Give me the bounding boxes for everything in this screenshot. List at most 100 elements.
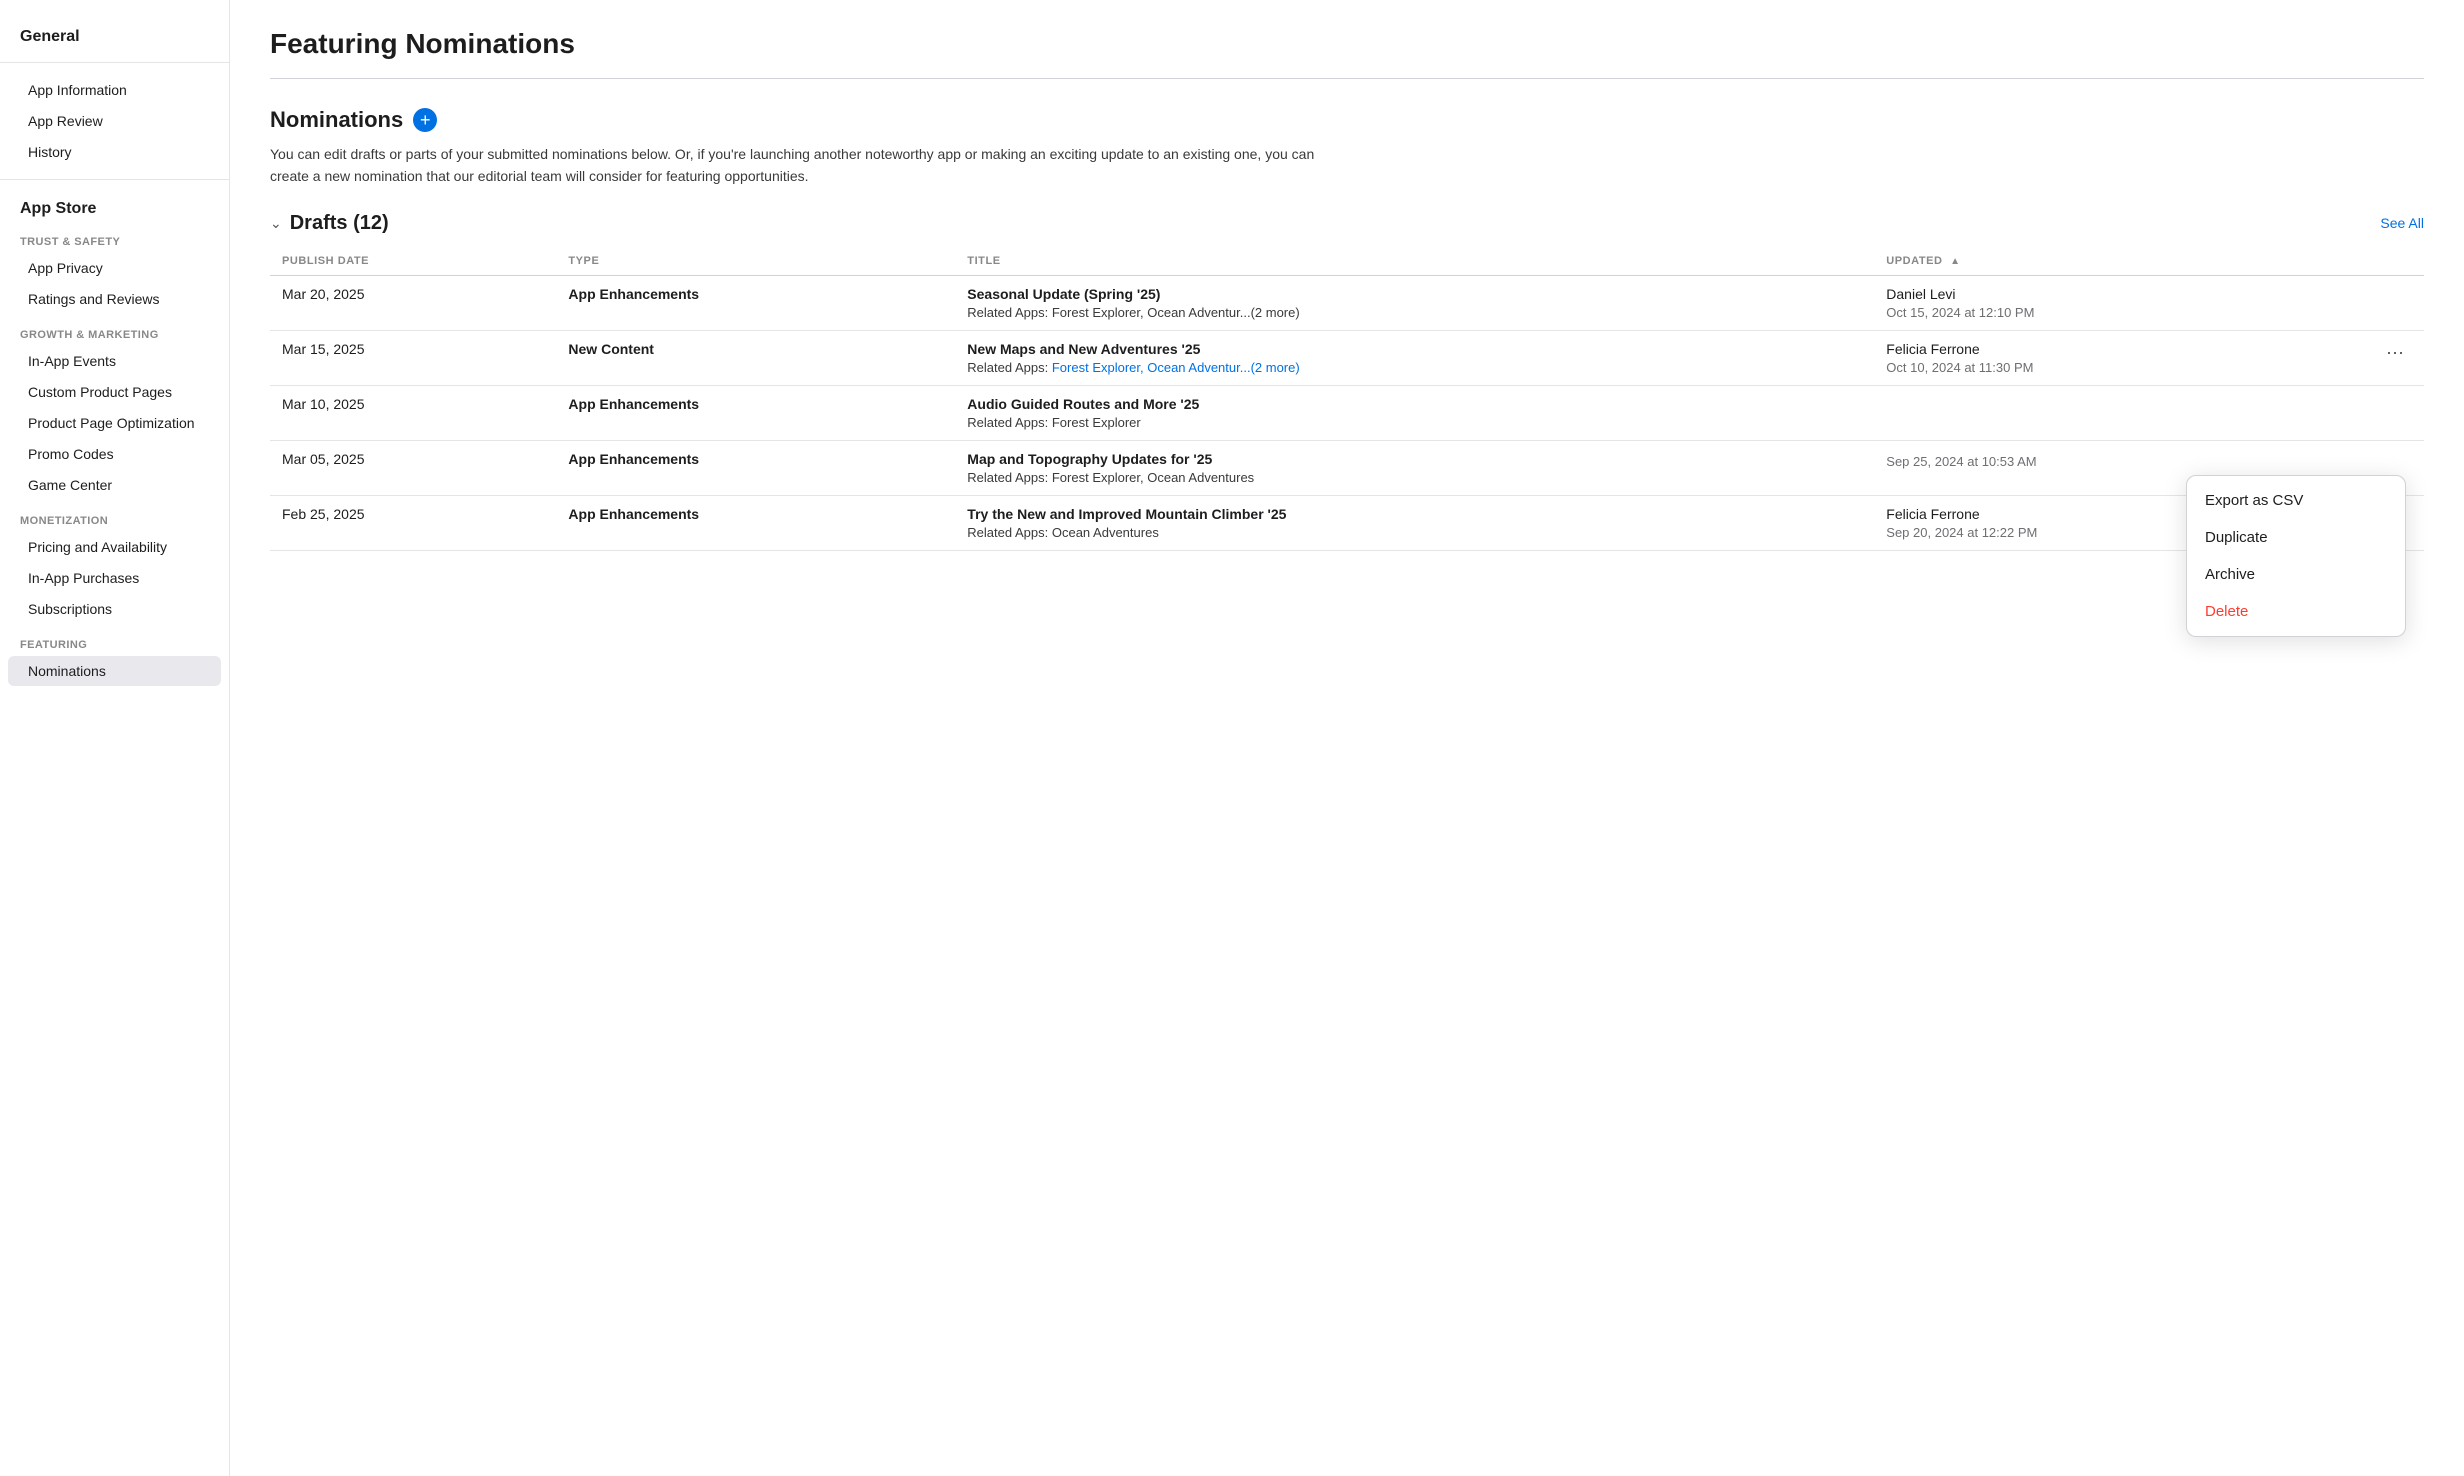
sidebar-item-in-app-purchases[interactable]: In-App Purchases — [8, 563, 221, 593]
sidebar-item-promo-codes[interactable]: Promo Codes — [8, 439, 221, 469]
nominations-header: Nominations + — [270, 107, 2424, 133]
cell-publish-date: Mar 10, 2025 — [270, 385, 556, 440]
col-publish-date: PUBLISH DATE — [270, 247, 556, 276]
cell-type: New Content — [556, 330, 955, 385]
sidebar-featuring-label: FEATURING — [0, 625, 229, 655]
nominations-title-row: Nominations + — [270, 107, 437, 133]
related-apps-link[interactable]: Forest Explorer, Ocean Adventur...(2 mor… — [1052, 360, 1300, 375]
updated-date: Oct 15, 2024 at 12:10 PM — [1886, 305, 2412, 320]
page-divider — [270, 78, 2424, 79]
row-title: Try the New and Improved Mountain Climbe… — [967, 506, 1862, 522]
sidebar-item-pricing[interactable]: Pricing and Availability — [8, 532, 221, 562]
sidebar-divider-2 — [0, 179, 229, 180]
app-layout: General App Information App Review Histo… — [0, 0, 2464, 1476]
related-label: Related Apps: — [967, 360, 1052, 375]
updated-info: Sep 25, 2024 at 10:53 AM — [1886, 454, 2412, 469]
cell-type: App Enhancements — [556, 440, 955, 495]
sidebar-monetization-label: MONETIZATION — [0, 501, 229, 531]
updated-cell: Daniel Levi Oct 15, 2024 at 12:10 PM — [1886, 286, 2412, 320]
updated-info: Felicia Ferrone Oct 10, 2024 at 11:30 PM — [1886, 341, 2370, 375]
cell-publish-date: Mar 20, 2025 — [270, 275, 556, 330]
table-header-row: PUBLISH DATE TYPE TITLE UPDATED ▲ — [270, 247, 2424, 276]
sidebar: General App Information App Review Histo… — [0, 0, 230, 1476]
sidebar-item-app-review[interactable]: App Review — [8, 106, 221, 136]
row-related: Related Apps: Forest Explorer, Ocean Adv… — [967, 305, 1862, 320]
sidebar-item-game-center[interactable]: Game Center — [8, 470, 221, 500]
row-related: Related Apps: Forest Explorer, Ocean Adv… — [967, 360, 1862, 375]
col-title: TITLE — [955, 247, 1874, 276]
related-label: Related Apps: — [967, 470, 1052, 485]
cell-publish-date: Feb 25, 2025 — [270, 495, 556, 550]
table-row: Feb 25, 2025 App Enhancements Try the Ne… — [270, 495, 2424, 550]
sidebar-growth-label: GROWTH & MARKETING — [0, 315, 229, 345]
sidebar-appstore-title: App Store — [0, 192, 229, 222]
updated-date: Oct 10, 2024 at 11:30 PM — [1886, 360, 2370, 375]
table-row: Mar 10, 2025 App Enhancements Audio Guid… — [270, 385, 2424, 440]
sidebar-item-app-privacy[interactable]: App Privacy — [8, 253, 221, 283]
add-nomination-button[interactable]: + — [413, 108, 437, 132]
archive-button[interactable]: Archive — [2187, 556, 2405, 593]
sidebar-item-subscriptions[interactable]: Subscriptions — [8, 594, 221, 624]
updated-cell: Felicia Ferrone Oct 10, 2024 at 11:30 PM… — [1886, 341, 2412, 375]
related-label: Related Apps: — [967, 415, 1052, 430]
table-body: Mar 20, 2025 App Enhancements Seasonal U… — [270, 275, 2424, 550]
sidebar-divider-1 — [0, 62, 229, 63]
cell-title: Seasonal Update (Spring '25) Related App… — [955, 275, 1874, 330]
col-updated[interactable]: UPDATED ▲ — [1874, 247, 2424, 276]
table-row: Mar 20, 2025 App Enhancements Seasonal U… — [270, 275, 2424, 330]
sidebar-trust-label: TRUST & SAFETY — [0, 222, 229, 252]
cell-publish-date: Mar 15, 2025 — [270, 330, 556, 385]
sidebar-item-product-page-optimization[interactable]: Product Page Optimization — [8, 408, 221, 438]
cell-title: Audio Guided Routes and More '25 Related… — [955, 385, 1874, 440]
row-related: Related Apps: Ocean Adventures — [967, 525, 1862, 540]
table-row: Mar 15, 2025 New Content New Maps and Ne… — [270, 330, 2424, 385]
drafts-title: Drafts (12) — [290, 212, 389, 235]
sidebar-item-custom-product-pages[interactable]: Custom Product Pages — [8, 377, 221, 407]
cell-type: App Enhancements — [556, 385, 955, 440]
chevron-down-icon: ⌄ — [270, 215, 282, 232]
cell-type: App Enhancements — [556, 275, 955, 330]
updated-date: Sep 25, 2024 at 10:53 AM — [1886, 454, 2412, 469]
cell-title: Map and Topography Updates for '25 Relat… — [955, 440, 1874, 495]
cell-updated — [1874, 385, 2424, 440]
duplicate-button[interactable]: Duplicate — [2187, 519, 2405, 556]
updated-info: Daniel Levi Oct 15, 2024 at 12:10 PM — [1886, 286, 2412, 320]
table-row: Mar 05, 2025 App Enhancements Map and To… — [270, 440, 2424, 495]
cell-updated: Felicia Ferrone Oct 10, 2024 at 11:30 PM… — [1874, 330, 2424, 385]
nominations-description: You can edit drafts or parts of your sub… — [270, 143, 1330, 188]
cell-updated: Daniel Levi Oct 15, 2024 at 12:10 PM — [1874, 275, 2424, 330]
export-csv-button[interactable]: Export as CSV — [2187, 482, 2405, 519]
sidebar-item-in-app-events[interactable]: In-App Events — [8, 346, 221, 376]
cell-title: New Maps and New Adventures '25 Related … — [955, 330, 1874, 385]
page-title: Featuring Nominations — [270, 28, 2424, 60]
more-options-button[interactable]: ⋯ — [2378, 341, 2412, 366]
drafts-header: ⌄ Drafts (12) See All — [270, 212, 2424, 235]
row-title: Seasonal Update (Spring '25) — [967, 286, 1862, 302]
cell-publish-date: Mar 05, 2025 — [270, 440, 556, 495]
see-all-link[interactable]: See All — [2380, 215, 2424, 231]
main-content: Featuring Nominations Nominations + You … — [230, 0, 2464, 1476]
row-related: Related Apps: Forest Explorer, Ocean Adv… — [967, 470, 1862, 485]
nominations-table: PUBLISH DATE TYPE TITLE UPDATED ▲ Mar 20… — [270, 247, 2424, 551]
row-related: Related Apps: Forest Explorer — [967, 415, 1862, 430]
row-title: Map and Topography Updates for '25 — [967, 451, 1862, 467]
sidebar-item-app-information[interactable]: App Information — [8, 75, 221, 105]
nominations-section-title: Nominations — [270, 107, 403, 133]
related-label: Related Apps: — [967, 305, 1052, 320]
sidebar-item-nominations[interactable]: Nominations — [8, 656, 221, 686]
cell-type: App Enhancements — [556, 495, 955, 550]
col-type: TYPE — [556, 247, 955, 276]
cell-title: Try the New and Improved Mountain Climbe… — [955, 495, 1874, 550]
sidebar-item-history[interactable]: History — [8, 137, 221, 167]
sort-arrow-icon: ▲ — [1950, 256, 1960, 267]
updated-name: Daniel Levi — [1886, 286, 2412, 302]
context-menu: Export as CSV Duplicate Archive Delete — [2186, 475, 2406, 637]
drafts-title-row[interactable]: ⌄ Drafts (12) — [270, 212, 389, 235]
related-label: Related Apps: — [967, 525, 1052, 540]
row-title: Audio Guided Routes and More '25 — [967, 396, 1862, 412]
row-title: New Maps and New Adventures '25 — [967, 341, 1862, 357]
updated-name: Felicia Ferrone — [1886, 341, 2370, 357]
delete-button[interactable]: Delete — [2187, 593, 2405, 630]
table-header: PUBLISH DATE TYPE TITLE UPDATED ▲ — [270, 247, 2424, 276]
sidebar-item-ratings-reviews[interactable]: Ratings and Reviews — [8, 284, 221, 314]
